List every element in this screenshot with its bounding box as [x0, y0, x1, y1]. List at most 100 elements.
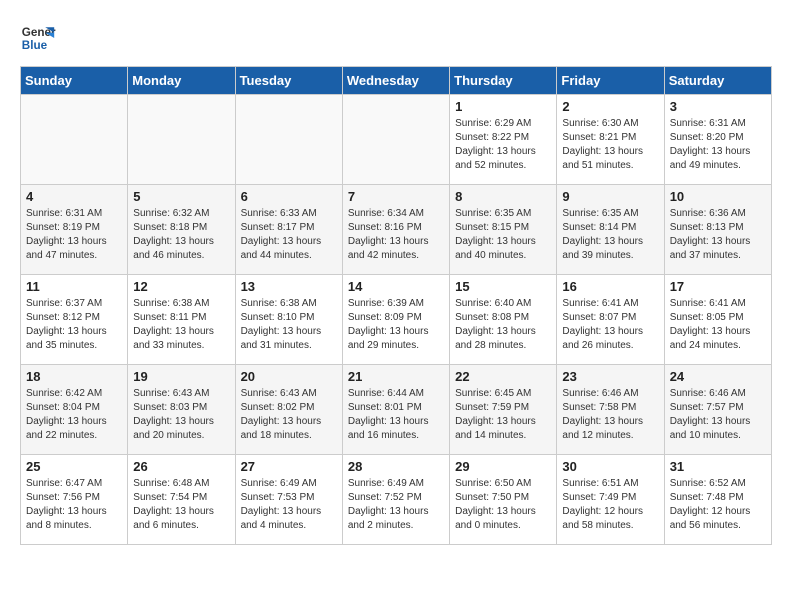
day-info: Sunrise: 6:33 AM Sunset: 8:17 PM Dayligh… — [241, 207, 337, 263]
day-cell: 24 Sunrise: 6:46 AM Sunset: 7:57 PM Dayli… — [664, 365, 771, 455]
day-number: 20 — [241, 369, 337, 384]
day-cell: 22 Sunrise: 6:45 AM Sunset: 7:59 PM Dayli… — [450, 365, 557, 455]
day-info: Sunrise: 6:46 AM Sunset: 7:57 PM Dayligh… — [670, 387, 766, 443]
day-info: Sunrise: 6:36 AM Sunset: 8:13 PM Dayligh… — [670, 207, 766, 263]
day-cell — [21, 95, 128, 185]
weekday-header-friday: Friday — [557, 67, 664, 95]
week-row-3: 11 Sunrise: 6:37 AM Sunset: 8:12 PM Dayli… — [21, 275, 772, 365]
day-number: 29 — [455, 459, 551, 474]
page-header: General Blue — [20, 20, 772, 56]
day-number: 15 — [455, 279, 551, 294]
day-number: 3 — [670, 99, 766, 114]
day-number: 26 — [133, 459, 229, 474]
weekday-header-saturday: Saturday — [664, 67, 771, 95]
day-cell: 15 Sunrise: 6:40 AM Sunset: 8:08 PM Dayli… — [450, 275, 557, 365]
day-info: Sunrise: 6:47 AM Sunset: 7:56 PM Dayligh… — [26, 477, 122, 533]
day-cell: 21 Sunrise: 6:44 AM Sunset: 8:01 PM Dayli… — [342, 365, 449, 455]
day-cell: 19 Sunrise: 6:43 AM Sunset: 8:03 PM Dayli… — [128, 365, 235, 455]
weekday-header-sunday: Sunday — [21, 67, 128, 95]
day-number: 28 — [348, 459, 444, 474]
day-info: Sunrise: 6:41 AM Sunset: 8:07 PM Dayligh… — [562, 297, 658, 353]
day-cell: 25 Sunrise: 6:47 AM Sunset: 7:56 PM Dayli… — [21, 455, 128, 545]
day-cell: 9Sunrise: 6:35 AM Sunset: 8:14 PM Daylig… — [557, 185, 664, 275]
day-number: 24 — [670, 369, 766, 384]
day-info: Sunrise: 6:38 AM Sunset: 8:11 PM Dayligh… — [133, 297, 229, 353]
day-cell: 1Sunrise: 6:29 AM Sunset: 8:22 PM Daylig… — [450, 95, 557, 185]
day-info: Sunrise: 6:43 AM Sunset: 8:02 PM Dayligh… — [241, 387, 337, 443]
weekday-header-tuesday: Tuesday — [235, 67, 342, 95]
day-cell: 30 Sunrise: 6:51 AM Sunset: 7:49 PM Dayli… — [557, 455, 664, 545]
day-number: 27 — [241, 459, 337, 474]
weekday-header-row: SundayMondayTuesdayWednesdayThursdayFrid… — [21, 67, 772, 95]
day-info: Sunrise: 6:31 AM Sunset: 8:20 PM Dayligh… — [670, 117, 766, 173]
day-cell: 2 Sunrise: 6:30 AM Sunset: 8:21 PM Daylig… — [557, 95, 664, 185]
day-info: Sunrise: 6:32 AM Sunset: 8:18 PM Dayligh… — [133, 207, 229, 263]
logo-icon: General Blue — [20, 20, 56, 56]
day-info: Sunrise: 6:45 AM Sunset: 7:59 PM Dayligh… — [455, 387, 551, 443]
day-cell — [342, 95, 449, 185]
day-info: Sunrise: 6:35 AM Sunset: 8:15 PM Dayligh… — [455, 207, 551, 263]
day-cell: 20 Sunrise: 6:43 AM Sunset: 8:02 PM Dayli… — [235, 365, 342, 455]
day-number: 17 — [670, 279, 766, 294]
day-cell: 26 Sunrise: 6:48 AM Sunset: 7:54 PM Dayli… — [128, 455, 235, 545]
day-number: 11 — [26, 279, 122, 294]
calendar-table: SundayMondayTuesdayWednesdayThursdayFrid… — [20, 66, 772, 545]
day-info: Sunrise: 6:48 AM Sunset: 7:54 PM Dayligh… — [133, 477, 229, 533]
day-number: 30 — [562, 459, 658, 474]
weekday-header-wednesday: Wednesday — [342, 67, 449, 95]
day-number: 19 — [133, 369, 229, 384]
day-info: Sunrise: 6:41 AM Sunset: 8:05 PM Dayligh… — [670, 297, 766, 353]
day-number: 16 — [562, 279, 658, 294]
day-info: Sunrise: 6:38 AM Sunset: 8:10 PM Dayligh… — [241, 297, 337, 353]
weekday-header-thursday: Thursday — [450, 67, 557, 95]
day-info: Sunrise: 6:43 AM Sunset: 8:03 PM Dayligh… — [133, 387, 229, 443]
day-cell: 23Sunrise: 6:46 AM Sunset: 7:58 PM Dayli… — [557, 365, 664, 455]
day-info: Sunrise: 6:49 AM Sunset: 7:52 PM Dayligh… — [348, 477, 444, 533]
day-cell: 17 Sunrise: 6:41 AM Sunset: 8:05 PM Dayli… — [664, 275, 771, 365]
day-info: Sunrise: 6:31 AM Sunset: 8:19 PM Dayligh… — [26, 207, 122, 263]
day-number: 8 — [455, 189, 551, 204]
logo: General Blue — [20, 20, 56, 56]
day-info: Sunrise: 6:34 AM Sunset: 8:16 PM Dayligh… — [348, 207, 444, 263]
day-number: 13 — [241, 279, 337, 294]
day-cell: 6 Sunrise: 6:33 AM Sunset: 8:17 PM Daylig… — [235, 185, 342, 275]
day-info: Sunrise: 6:50 AM Sunset: 7:50 PM Dayligh… — [455, 477, 551, 533]
day-info: Sunrise: 6:51 AM Sunset: 7:49 PM Dayligh… — [562, 477, 658, 533]
day-cell: 27 Sunrise: 6:49 AM Sunset: 7:53 PM Dayli… — [235, 455, 342, 545]
day-number: 6 — [241, 189, 337, 204]
day-cell: 4 Sunrise: 6:31 AM Sunset: 8:19 PM Daylig… — [21, 185, 128, 275]
day-number: 31 — [670, 459, 766, 474]
week-row-4: 18Sunrise: 6:42 AM Sunset: 8:04 PM Dayli… — [21, 365, 772, 455]
week-row-5: 25 Sunrise: 6:47 AM Sunset: 7:56 PM Dayli… — [21, 455, 772, 545]
day-number: 4 — [26, 189, 122, 204]
day-cell: 5 Sunrise: 6:32 AM Sunset: 8:18 PM Daylig… — [128, 185, 235, 275]
day-number: 1 — [455, 99, 551, 114]
day-info: Sunrise: 6:49 AM Sunset: 7:53 PM Dayligh… — [241, 477, 337, 533]
day-number: 21 — [348, 369, 444, 384]
day-cell: 14 Sunrise: 6:39 AM Sunset: 8:09 PM Dayli… — [342, 275, 449, 365]
day-info: Sunrise: 6:52 AM Sunset: 7:48 PM Dayligh… — [670, 477, 766, 533]
day-cell: 16 Sunrise: 6:41 AM Sunset: 8:07 PM Dayli… — [557, 275, 664, 365]
day-info: Sunrise: 6:30 AM Sunset: 8:21 PM Dayligh… — [562, 117, 658, 173]
day-info: Sunrise: 6:39 AM Sunset: 8:09 PM Dayligh… — [348, 297, 444, 353]
day-info: Sunrise: 6:44 AM Sunset: 8:01 PM Dayligh… — [348, 387, 444, 443]
day-number: 2 — [562, 99, 658, 114]
day-info: Sunrise: 6:40 AM Sunset: 8:08 PM Dayligh… — [455, 297, 551, 353]
day-cell — [235, 95, 342, 185]
day-cell: 18Sunrise: 6:42 AM Sunset: 8:04 PM Dayli… — [21, 365, 128, 455]
day-cell: 11 Sunrise: 6:37 AM Sunset: 8:12 PM Dayli… — [21, 275, 128, 365]
day-cell: 31 Sunrise: 6:52 AM Sunset: 7:48 PM Dayli… — [664, 455, 771, 545]
day-number: 14 — [348, 279, 444, 294]
day-number: 22 — [455, 369, 551, 384]
day-cell: 13 Sunrise: 6:38 AM Sunset: 8:10 PM Dayli… — [235, 275, 342, 365]
day-cell — [128, 95, 235, 185]
week-row-1: 1Sunrise: 6:29 AM Sunset: 8:22 PM Daylig… — [21, 95, 772, 185]
day-number: 5 — [133, 189, 229, 204]
day-number: 23 — [562, 369, 658, 384]
week-row-2: 4 Sunrise: 6:31 AM Sunset: 8:19 PM Daylig… — [21, 185, 772, 275]
day-cell: 28 Sunrise: 6:49 AM Sunset: 7:52 PM Dayli… — [342, 455, 449, 545]
day-info: Sunrise: 6:37 AM Sunset: 8:12 PM Dayligh… — [26, 297, 122, 353]
day-number: 25 — [26, 459, 122, 474]
day-cell: 29 Sunrise: 6:50 AM Sunset: 7:50 PM Dayli… — [450, 455, 557, 545]
weekday-header-monday: Monday — [128, 67, 235, 95]
